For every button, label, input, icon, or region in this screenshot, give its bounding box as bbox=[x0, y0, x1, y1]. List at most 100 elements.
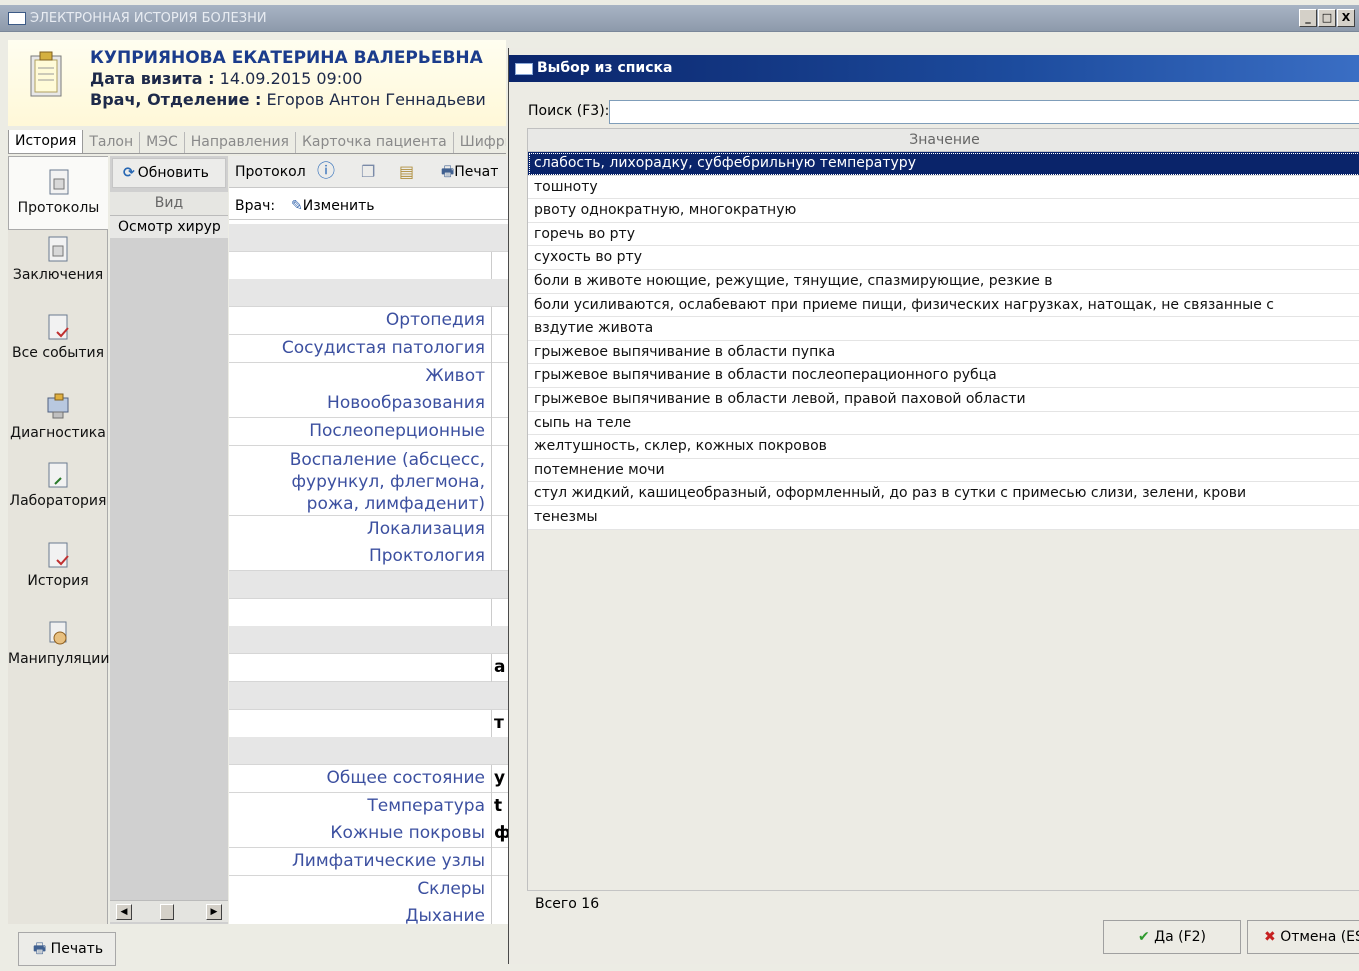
scroll-right-icon[interactable]: ▶ bbox=[206, 904, 222, 920]
protocol-row-value[interactable]: т bbox=[491, 709, 508, 738]
protocol-row-value[interactable]: ф bbox=[491, 820, 508, 849]
protocol-row[interactable]: Кожные покровы ф bbox=[229, 820, 508, 849]
protocol-row-value[interactable] bbox=[491, 417, 508, 446]
protocol-row[interactable]: т bbox=[229, 709, 508, 738]
protocol-section-row[interactable] bbox=[229, 681, 508, 710]
cancel-button[interactable]: ✖ Отмена (ES bbox=[1247, 920, 1359, 954]
list-column-header[interactable]: Вид bbox=[110, 192, 228, 216]
protocol-row-label: Склеры bbox=[417, 878, 485, 899]
protocol-panel: Протокол ⓘ ❐ ▤ 🖶Печат Врач: ✎Изменить Ор… bbox=[229, 156, 508, 924]
protocol-row[interactable]: а bbox=[229, 654, 508, 683]
protocol-row-value[interactable] bbox=[491, 543, 508, 572]
protocol-row[interactable]: Живот bbox=[229, 362, 508, 391]
list-item[interactable]: стул жидкий, кашицеобразный, оформленный… bbox=[528, 482, 1359, 506]
protocol-row-value[interactable] bbox=[491, 903, 508, 924]
protocol-section-row[interactable] bbox=[229, 279, 508, 308]
document-arrow-icon bbox=[48, 462, 68, 488]
protocol-row[interactable]: Ортопедия bbox=[229, 307, 508, 336]
scroll-left-icon[interactable]: ◀ bbox=[116, 904, 132, 920]
protocol-row-value[interactable]: а bbox=[491, 654, 508, 683]
scroll-thumb[interactable] bbox=[160, 904, 174, 920]
nav-laboratory[interactable]: Лаборатория bbox=[8, 460, 108, 509]
tab-talon[interactable]: Талон bbox=[83, 132, 141, 153]
protocol-row[interactable]: Лимфатические узлы bbox=[229, 848, 508, 876]
list-item[interactable]: горечь во рту bbox=[528, 222, 1359, 247]
protocol-section-row[interactable] bbox=[229, 626, 508, 655]
protocol-section-row[interactable] bbox=[229, 571, 508, 599]
tab-patient-card[interactable]: Карточка пациента bbox=[296, 132, 454, 153]
ok-button[interactable]: ✔ Да (F2) bbox=[1103, 920, 1241, 954]
list-item[interactable]: Осмотр хирур bbox=[110, 216, 228, 238]
list-item[interactable]: тошноту bbox=[528, 175, 1359, 200]
protocol-row-value[interactable] bbox=[491, 875, 508, 904]
protocol-row[interactable]: Температура t bbox=[229, 792, 508, 821]
nav-protocols[interactable]: Протоколы bbox=[8, 156, 108, 230]
nav-all-events[interactable]: Все события bbox=[8, 312, 108, 361]
protocol-row[interactable]: Проктология bbox=[229, 543, 508, 572]
protocol-row[interactable]: Склеры bbox=[229, 875, 508, 904]
protocol-row-value[interactable]: у bbox=[491, 764, 508, 793]
list-item[interactable]: грыжевое выпячивание в области послеопер… bbox=[528, 364, 1359, 388]
protocol-row[interactable]: Дыхание bbox=[229, 903, 508, 924]
protocol-row-value[interactable] bbox=[491, 598, 508, 627]
info-icon[interactable]: ⓘ bbox=[317, 160, 335, 184]
doctor-value: Егоров Антон Геннадьеви bbox=[266, 90, 486, 109]
list-item[interactable]: слабость, лихорадку, субфебрильную темпе… bbox=[528, 152, 1359, 176]
protocol-section-row[interactable] bbox=[229, 224, 508, 252]
tab-codes[interactable]: Шифры bbox=[454, 132, 506, 153]
protocol-row[interactable]: Новообразования bbox=[229, 390, 508, 419]
list-item[interactable]: рвоту однократную, многократную bbox=[528, 199, 1359, 223]
protocol-row[interactable]: Общее состояние у bbox=[229, 764, 508, 793]
protocol-row-label: Лимфатические узлы bbox=[292, 851, 485, 871]
protocol-row-value[interactable] bbox=[491, 334, 508, 363]
grid-column-header[interactable]: Значение bbox=[528, 129, 1359, 152]
list-item[interactable]: потемнение мочи bbox=[528, 458, 1359, 483]
protocol-row-value[interactable] bbox=[491, 362, 508, 391]
protocol-row-value[interactable] bbox=[491, 445, 508, 516]
list-item[interactable]: грыжевое выпячивание в области пупка bbox=[528, 340, 1359, 365]
protocol-row-value[interactable] bbox=[491, 307, 508, 336]
paste-icon[interactable]: ▤ bbox=[399, 160, 414, 184]
list-item[interactable]: боли в животе ноющие, режущие, тянущие, … bbox=[528, 269, 1359, 294]
horizontal-scrollbar[interactable]: ◀ ▶ bbox=[110, 900, 228, 922]
list-item[interactable]: сыпь на теле bbox=[528, 411, 1359, 436]
print-protocol-button[interactable]: 🖶Печат bbox=[441, 160, 498, 184]
protocol-row-value[interactable]: t bbox=[491, 792, 508, 821]
protocol-row[interactable]: Воспаление (абсцесс, фурункул, флегмона,… bbox=[229, 445, 508, 516]
tab-referrals[interactable]: Направления bbox=[185, 132, 296, 153]
protocol-row[interactable]: Локализация bbox=[229, 515, 508, 544]
nav-manipulations[interactable]: Манипуляции bbox=[8, 618, 109, 667]
protocol-row[interactable]: Сосудистая патология bbox=[229, 334, 508, 363]
protocol-row-value[interactable] bbox=[491, 251, 508, 280]
protocol-tab[interactable]: Протокол bbox=[235, 160, 306, 184]
protocol-row[interactable] bbox=[229, 251, 508, 280]
refresh-button[interactable]: ⟳ Обновить bbox=[112, 158, 226, 188]
protocol-row-label bbox=[229, 710, 491, 738]
search-input[interactable] bbox=[609, 100, 1359, 124]
list-item[interactable]: желтушность, склер, кожных покровов bbox=[528, 435, 1359, 459]
protocol-row-value[interactable] bbox=[491, 390, 508, 419]
copy-icon[interactable]: ❐ bbox=[361, 160, 375, 184]
protocol-row[interactable] bbox=[229, 598, 508, 627]
protocol-row[interactable]: Послеоперционные bbox=[229, 417, 508, 446]
protocol-row-label bbox=[229, 224, 491, 252]
list-item[interactable]: вздутие живота bbox=[528, 317, 1359, 341]
list-item[interactable]: боли усиливаются, ослабевают при приеме … bbox=[528, 293, 1359, 318]
nav-diagnostics[interactable]: Диагностика bbox=[8, 392, 108, 441]
nav-history[interactable]: История bbox=[8, 540, 108, 589]
edit-button[interactable]: ✎Изменить bbox=[291, 196, 374, 216]
close-button[interactable]: X bbox=[1337, 9, 1355, 27]
maximize-button[interactable]: □ bbox=[1318, 9, 1336, 27]
print-button[interactable]: 🖶 Печать bbox=[18, 932, 116, 966]
list-item[interactable]: грыжевое выпячивание в области левой, пр… bbox=[528, 387, 1359, 412]
tab-mes[interactable]: МЭС bbox=[140, 132, 185, 153]
protocol-row-value[interactable] bbox=[491, 848, 508, 876]
protocol-section-row[interactable] bbox=[229, 737, 508, 766]
nav-conclusions[interactable]: Заключения bbox=[8, 234, 108, 283]
list-item[interactable]: сухость во рту bbox=[528, 246, 1359, 270]
list-item[interactable]: тенезмы bbox=[528, 505, 1359, 530]
minimize-button[interactable]: _ bbox=[1299, 9, 1317, 27]
protocol-row-value[interactable] bbox=[491, 515, 508, 544]
tab-history[interactable]: История bbox=[8, 130, 84, 153]
left-nav: Протоколы Заключения Все события Диагнос… bbox=[8, 156, 109, 924]
